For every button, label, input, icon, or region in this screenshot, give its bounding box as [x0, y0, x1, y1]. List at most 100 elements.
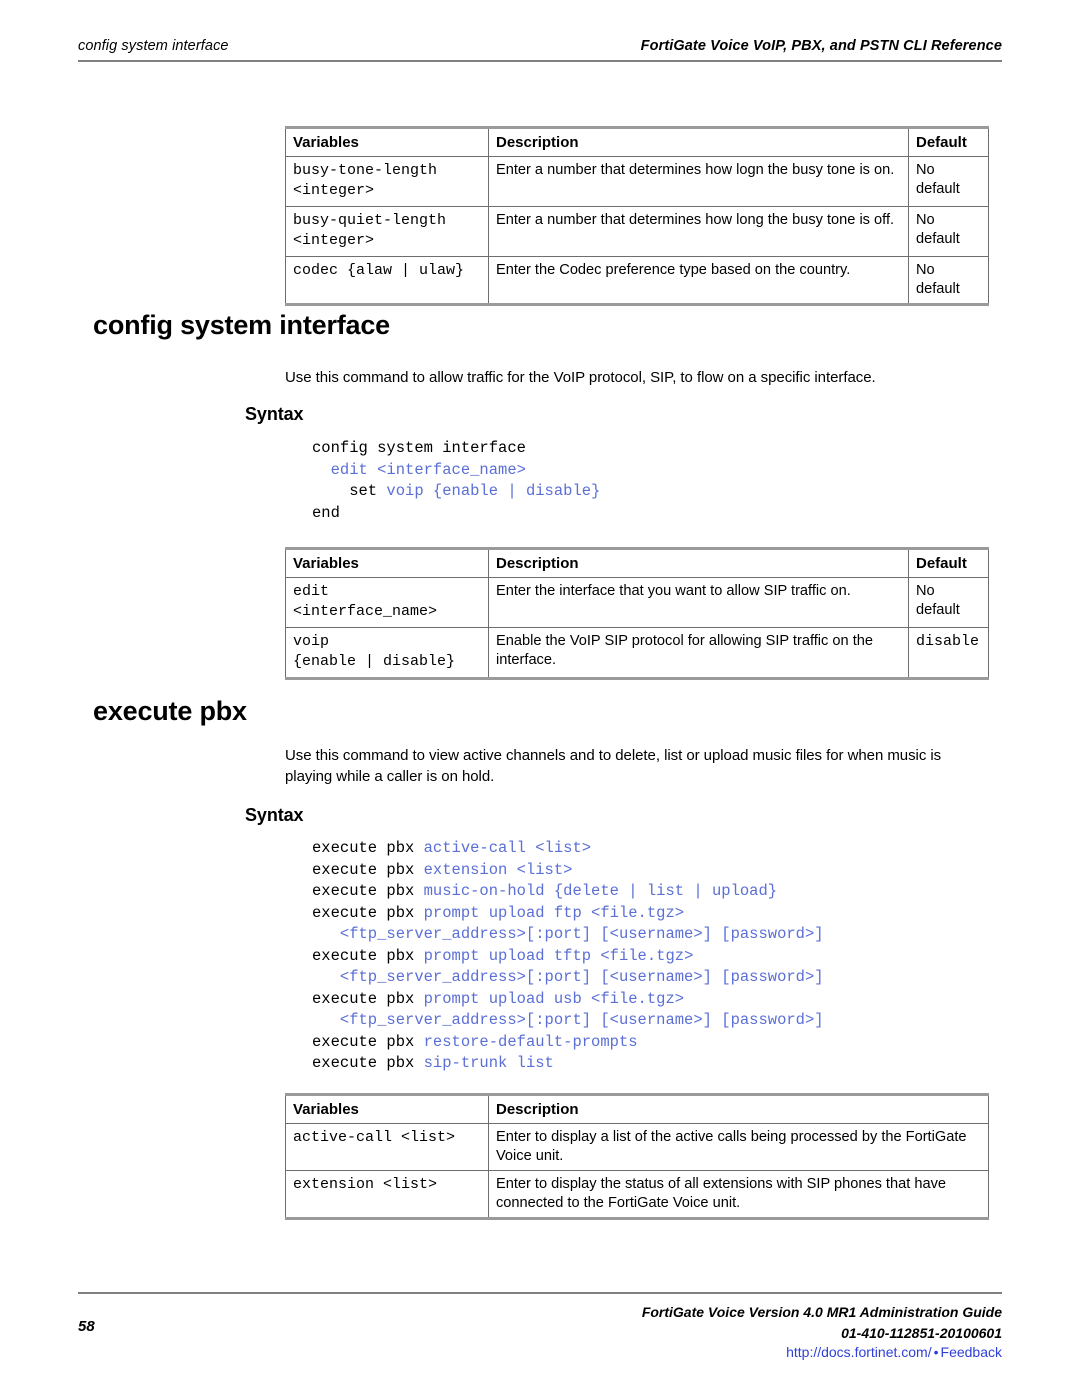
cell-variable: active-call <list> — [285, 1123, 489, 1171]
document-page: config system interface FortiGate Voice … — [0, 0, 1080, 1397]
syntax-keyword: edit <interface_name> — [330, 460, 526, 479]
syntax-line: execute pbx prompt upload ftp <file.tgz> — [312, 903, 824, 925]
page-number: 58 — [78, 1318, 95, 1335]
cell-default: No default — [908, 256, 989, 306]
feedback-link[interactable]: Feedback — [941, 1344, 1002, 1360]
cell-default: No default — [908, 156, 989, 207]
cell-variable: edit <interface_name> — [285, 577, 489, 628]
cell-variable: busy-tone-length <integer> — [285, 156, 489, 207]
cell-description: Enter the Codec preference type based on… — [488, 256, 909, 306]
table-row: codec {alaw | ulaw} Enter the Codec prefe… — [285, 256, 989, 306]
table-header-row: Variables Description Default — [285, 126, 989, 157]
intro-paragraph-config-system-interface: Use this command to allow traffic for th… — [285, 369, 876, 386]
syntax-text: execute pbx — [312, 860, 424, 879]
syntax-keyword: sip-trunk list — [423, 1054, 554, 1072]
syntax-text — [312, 968, 340, 986]
cell-variable: codec {alaw | ulaw} — [285, 256, 489, 306]
footer-guide-title: FortiGate Voice Version 4.0 MR1 Administ… — [641, 1304, 1002, 1320]
syntax-keyword: <ftp_server_address>[:port] [<username>]… — [339, 925, 824, 943]
syntax-keyword: music-on-hold {delete | list | upload} — [423, 882, 778, 900]
table-row: busy-quiet-length <integer> Enter a numbe… — [285, 206, 989, 257]
variables-table-top: Variables Description Default busy-tone-… — [285, 126, 989, 306]
syntax-line: <ftp_server_address>[:port] [<username>]… — [312, 924, 824, 946]
table-row: busy-tone-length <integer> Enter a number… — [285, 156, 989, 207]
cell-variable: busy-quiet-length <integer> — [285, 206, 489, 257]
syntax-keyword: <ftp_server_address>[:port] [<username>]… — [339, 1011, 824, 1029]
table-row: edit <interface_name> Enter the interface… — [285, 577, 989, 628]
syntax-block-execute-pbx: execute pbx active-call <list> execute pb… — [312, 838, 824, 1075]
col-header-variables: Variables — [285, 126, 489, 157]
syntax-text: execute pbx — [312, 1054, 424, 1072]
syntax-line: set voip {enable | disable} — [312, 481, 600, 503]
syntax-keyword: prompt upload usb <file.tgz> — [423, 989, 685, 1008]
cell-description: Enter to display a list of the active ca… — [488, 1123, 989, 1171]
syntax-block-config-system-interface: config system interface edit <interface_… — [312, 438, 600, 524]
syntax-line: execute pbx active-call <list> — [312, 838, 824, 860]
syntax-line: end — [312, 503, 600, 525]
syntax-text: config system interface — [312, 439, 526, 457]
table-header-row: Variables Description Default — [285, 547, 989, 578]
footer-rule — [78, 1292, 1002, 1294]
syntax-keyword: active-call <list> — [423, 839, 592, 857]
syntax-line: <ftp_server_address>[:port] [<username>]… — [312, 967, 824, 989]
cell-description: Enter the interface that you want to all… — [488, 577, 909, 628]
syntax-text: end — [312, 503, 340, 522]
syntax-text: set — [312, 482, 387, 500]
syntax-line: config system interface — [312, 438, 600, 460]
cell-variable: voip {enable | disable} — [285, 627, 489, 680]
syntax-text: execute pbx — [312, 882, 424, 900]
syntax-line: execute pbx restore-default-prompts — [312, 1032, 824, 1054]
cell-description: Enable the VoIP SIP protocol for allowin… — [488, 627, 909, 680]
syntax-line: execute pbx music-on-hold {delete | list… — [312, 881, 824, 903]
footer-document-info: FortiGate Voice Version 4.0 MR1 Administ… — [642, 1302, 1002, 1344]
intro-paragraph-execute-pbx: Use this command to view active channels… — [285, 747, 942, 785]
col-header-description: Description — [488, 126, 909, 157]
syntax-line: execute pbx extension <list> — [312, 860, 824, 882]
col-header-default: Default — [908, 547, 989, 578]
syntax-heading-execute-pbx: Syntax — [245, 805, 304, 825]
header-rule — [78, 60, 1002, 62]
table-body: edit <interface_name> Enter the interface… — [285, 577, 989, 680]
cell-description: Enter to display the status of all exten… — [488, 1170, 989, 1220]
table-body: busy-tone-length <integer> Enter a number… — [285, 156, 989, 306]
table-row: active-call <list> Enter to display a lis… — [285, 1123, 989, 1171]
footer-links: http://docs.fortinet.com/• Feedback — [786, 1344, 1002, 1360]
syntax-text — [312, 1011, 340, 1029]
cell-default: No default — [908, 577, 989, 628]
cell-default: disable — [908, 627, 989, 680]
syntax-heading-config-system-interface: Syntax — [245, 404, 304, 424]
table-header-row: Variables Description — [285, 1093, 989, 1124]
page-title-config-system-interface: config system interface — [93, 310, 391, 340]
syntax-keyword: restore-default-prompts — [423, 1032, 638, 1051]
syntax-text: execute pbx — [312, 989, 424, 1008]
cell-variable: extension <list> — [285, 1170, 489, 1220]
footer-document-id: 01-410-112851-20100601 — [841, 1325, 1002, 1341]
syntax-keyword: <ftp_server_address>[:port] [<username>]… — [339, 968, 824, 986]
cell-description: Enter a number that determines how long … — [488, 206, 909, 257]
variables-table-execute-pbx: Variables Description active-call <list>… — [285, 1093, 989, 1220]
syntax-line: edit <interface_name> — [312, 460, 600, 482]
docs-link[interactable]: http://docs.fortinet.com/ — [786, 1344, 932, 1360]
syntax-line: <ftp_server_address>[:port] [<username>]… — [312, 1010, 824, 1032]
footer-link-separator: • — [933, 1344, 939, 1360]
syntax-line: execute pbx prompt upload tftp <file.tgz… — [312, 946, 824, 968]
syntax-line: execute pbx prompt upload usb <file.tgz> — [312, 989, 824, 1011]
page-title-execute-pbx: execute pbx — [93, 696, 247, 726]
table-body: active-call <list> Enter to display a lis… — [285, 1123, 989, 1220]
syntax-keyword: extension <list> — [423, 860, 573, 879]
syntax-text — [312, 925, 340, 943]
col-header-default: Default — [908, 126, 989, 157]
table-row: voip {enable | disable} Enable the VoIP S… — [285, 627, 989, 680]
col-header-variables: Variables — [285, 1093, 489, 1124]
syntax-text: execute pbx — [312, 946, 424, 965]
running-header: config system interface FortiGate Voice … — [78, 38, 1002, 62]
table-row: extension <list> Enter to display the sta… — [285, 1170, 989, 1220]
cell-description: Enter a number that determines how logn … — [488, 156, 909, 207]
variables-table-config-system-interface: Variables Description Default edit <inte… — [285, 547, 989, 680]
syntax-keyword: prompt upload tftp <file.tgz> — [423, 946, 694, 965]
syntax-text: execute pbx — [312, 903, 424, 922]
cell-default: No default — [908, 206, 989, 257]
syntax-text: execute pbx — [312, 839, 424, 857]
syntax-keyword: prompt upload ftp <file.tgz> — [423, 903, 685, 922]
col-header-description: Description — [488, 1093, 989, 1124]
